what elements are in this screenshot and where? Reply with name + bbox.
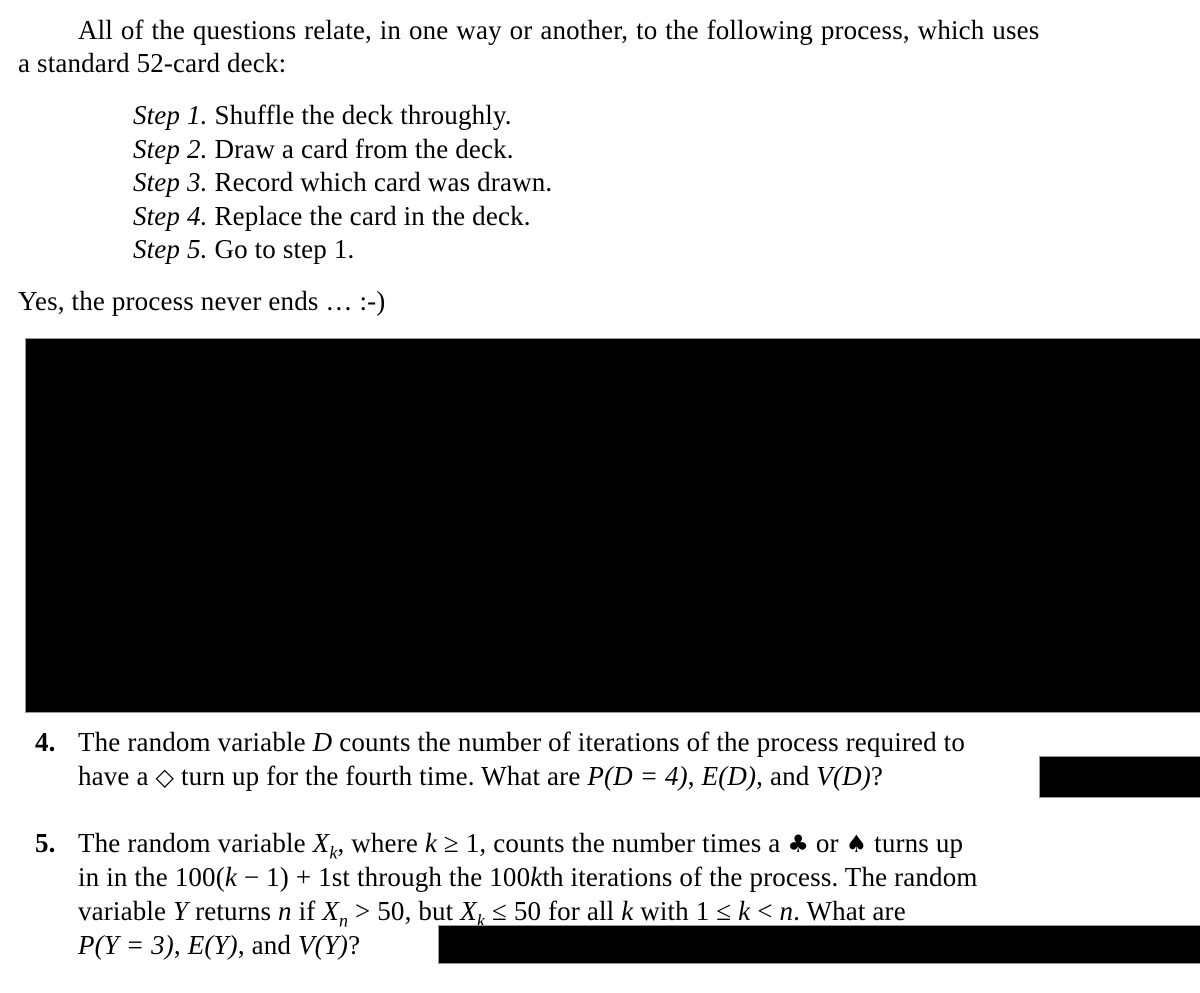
math-expr: P(Y = 3) xyxy=(78,930,174,960)
text-fragment: ? xyxy=(870,761,884,791)
text-fragment: . What are xyxy=(793,896,906,926)
step-text: Replace the card in the deck. xyxy=(214,201,531,231)
text-fragment: variable xyxy=(78,896,174,926)
question-line: have a ◇ turn up for the fourth time. Wh… xyxy=(78,759,883,794)
math-var: n xyxy=(278,896,292,926)
math-var: k xyxy=(621,896,634,926)
math-var: k xyxy=(530,862,543,892)
math-var: Y xyxy=(173,896,189,926)
spade-icon: ♠ xyxy=(845,830,868,858)
intro-line-1: All of the questions relate, in one way … xyxy=(78,13,1123,47)
club-icon: ♣ xyxy=(787,830,809,858)
q-text: The random variable D counts the number … xyxy=(78,725,965,759)
text-fragment: The random variable xyxy=(78,828,313,858)
step-label: Step 3. xyxy=(133,167,208,197)
math-var: X xyxy=(322,896,339,926)
step-item: Step 3. Record which card was drawn. xyxy=(133,165,552,199)
redacted-answer-q5 xyxy=(439,926,1200,963)
step-item: Step 2. Draw a card from the deck. xyxy=(133,132,514,166)
text-fragment: , xyxy=(687,761,702,791)
math-expr: E(D) xyxy=(701,761,757,791)
math-var: k xyxy=(224,862,237,892)
text-fragment: , and xyxy=(756,761,817,791)
question-line: in in the 100(k − 1) + 1st through the 1… xyxy=(78,860,978,894)
diamond-outline-icon: ◇ xyxy=(155,763,175,791)
math-expr: V(D) xyxy=(816,761,871,791)
text-fragment: if xyxy=(291,896,323,926)
text-fragment: turns up xyxy=(867,828,964,858)
step-label: Step 4. xyxy=(133,201,208,231)
text-fragment: turn up for the fourth time. What are xyxy=(174,761,588,791)
step-item: Step 5. Go to step 1. xyxy=(133,232,354,266)
math-var: n xyxy=(779,896,794,926)
text-fragment: < xyxy=(750,896,780,926)
intro-line-2: a standard 52-card deck: xyxy=(18,48,287,78)
text-fragment: ? xyxy=(348,930,361,960)
step-text: Shuffle the deck throughly. xyxy=(214,100,512,130)
math-expr: V(Y) xyxy=(297,930,349,960)
text-fragment: returns xyxy=(188,896,279,926)
step-label: Step 5. xyxy=(133,234,208,264)
step-item: Step 1. Shuffle the deck throughly. xyxy=(133,98,512,132)
step-text: Go to step 1. xyxy=(214,234,355,264)
text-fragment: − 1) + 1st through the 100 xyxy=(236,862,531,892)
text-fragment: > 50, but xyxy=(348,896,461,926)
question-number: 5. xyxy=(35,828,56,858)
math-expr: E(Y) xyxy=(187,930,238,960)
math-var: X xyxy=(312,828,330,858)
step-text: Draw a card from the deck. xyxy=(214,134,514,164)
math-var: D xyxy=(312,727,333,757)
text-fragment: , where xyxy=(337,828,425,858)
text-fragment: , and xyxy=(237,930,298,960)
redacted-answer-q4 xyxy=(1040,757,1200,797)
text-fragment: ≥ 1, counts the number times a xyxy=(437,828,788,858)
text-fragment: in in the 100( xyxy=(78,862,225,892)
text-fragment: The random variable xyxy=(78,727,313,757)
math-expr: P(D = 4) xyxy=(587,761,688,791)
step-text: Record which card was drawn. xyxy=(214,167,553,197)
text-fragment: ≤ 50 for all xyxy=(485,896,622,926)
text-fragment: have a xyxy=(78,761,156,791)
text-fragment: , xyxy=(173,930,188,960)
math-var: k xyxy=(738,896,751,926)
text-fragment: th iterations of the process. The random xyxy=(542,862,978,892)
redacted-block xyxy=(26,339,1200,712)
step-label: Step 1. xyxy=(133,100,208,130)
math-var: k xyxy=(424,828,438,858)
text-fragment: counts the number of iterations of the p… xyxy=(332,727,965,757)
step-item: Step 4. Replace the card in the deck. xyxy=(133,199,531,233)
math-var: X xyxy=(460,896,477,926)
step-label: Step 2. xyxy=(133,134,208,164)
question-line: P(Y = 3), E(Y), and V(Y)? xyxy=(78,928,360,962)
closing-remark: Yes, the process never ends … :-) xyxy=(18,286,386,316)
question-number: 4. xyxy=(35,727,56,757)
text-fragment: with 1 ≤ xyxy=(633,896,739,926)
text-fragment: or xyxy=(809,828,846,858)
intro-text-1: All of the questions relate, in one way … xyxy=(78,15,1040,45)
question-line: The random variable D counts the number … xyxy=(78,725,1123,759)
